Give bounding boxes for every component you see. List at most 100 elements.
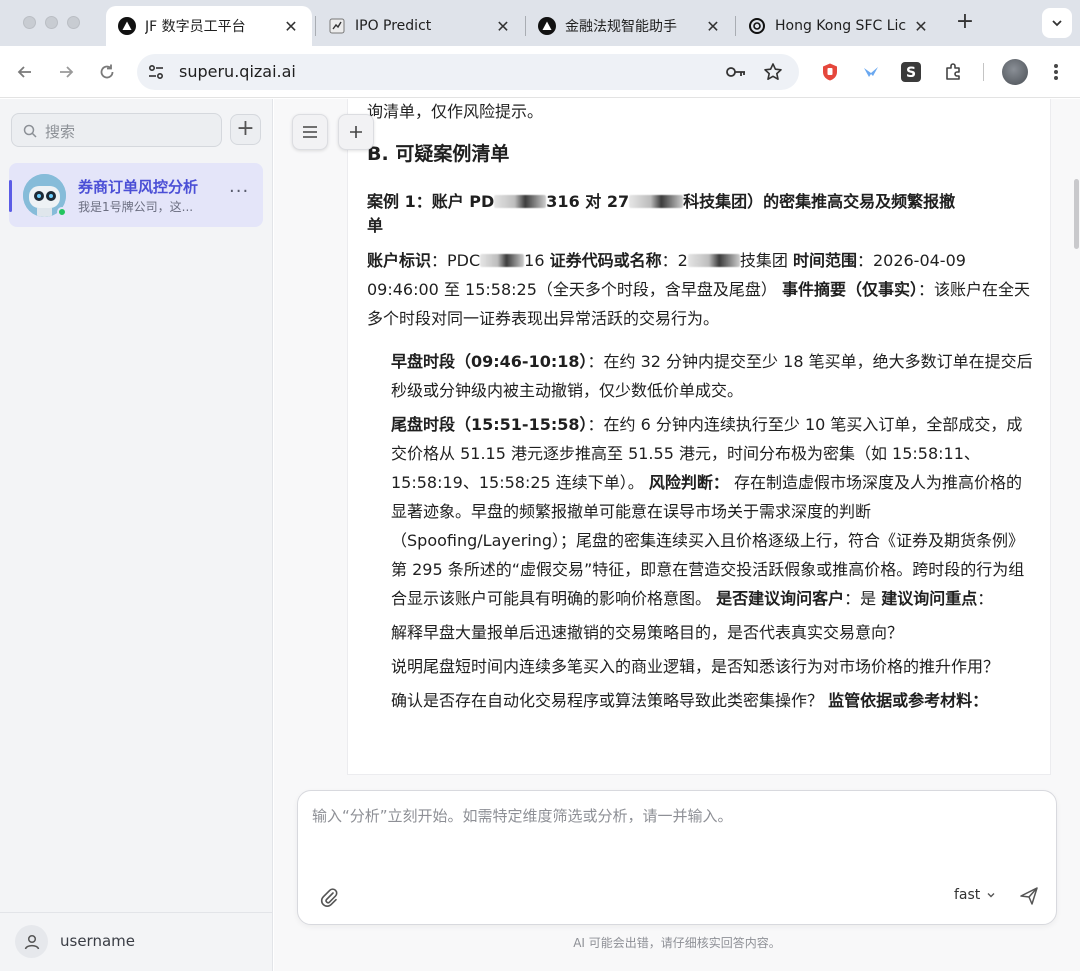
code-value: 技集团 [739,251,788,270]
basis-label: 监管依据或参考材料： [828,691,989,710]
sidebar-divider [0,912,273,913]
morning-session: 早盘时段（09:46-10:18）：在约 32 分钟内提交至少 18 笔买单，绝… [391,347,1037,405]
risk-label: 风险判断： [648,473,729,492]
send-button[interactable] [1018,885,1042,909]
redacted-text [480,254,525,267]
chevron-down-icon [1052,20,1062,27]
plus-icon [350,126,362,138]
case-heading-part: 316 对 27 [546,192,630,211]
address-bar[interactable]: superu.qizai.ai [137,54,799,90]
svg-text:S: S [906,65,916,81]
tab-close-icon[interactable]: ✕ [912,17,930,36]
profile-avatar[interactable] [1002,59,1028,85]
forward-button[interactable] [53,59,79,85]
window-zoom-dot[interactable] [67,16,80,29]
sidebar: 搜索 + 券商订单风控分析 我是1号牌公司，这... ··· username [0,99,273,971]
conversation-title: 券商订单风控分析 [78,178,199,196]
openai-logo-icon [748,17,766,35]
toolbar-divider [983,63,984,81]
ipo-logo-icon [328,17,346,35]
url-text[interactable]: superu.qizai.ai [179,62,296,81]
account-value: ：PDC [431,251,481,270]
password-key-icon[interactable] [725,63,747,85]
attach-button[interactable] [318,886,340,908]
paperclip-icon [320,888,338,907]
redacted-text [629,195,684,208]
tab-search-button[interactable] [1042,8,1072,38]
triangle-logo-icon [118,17,136,35]
browser-tab-bar: JF 数字员工平台 ✕ IPO Predict ✕ 金融法规智能助手 ✕ Hon… [0,0,1080,46]
user-avatar[interactable] [15,925,48,958]
tab-ipo-predict[interactable]: IPO Predict ✕ [316,6,524,46]
toggle-sidebar-button[interactable] [292,114,328,150]
case-heading-part: 单 [367,216,384,235]
intro-line: 询清单，仅作风险提示。 [367,102,544,121]
reload-icon [100,64,114,79]
search-placeholder: 搜索 [45,123,76,141]
tab-close-icon[interactable]: ✕ [494,17,512,36]
question-text: 确认是否存在自动化交易程序或算法策略导致此类密集操作？ [391,691,824,710]
new-conversation-button[interactable]: + [230,114,261,145]
tab-financial-regulations[interactable]: 金融法规智能助手 ✕ [526,6,734,46]
conversation-item[interactable]: 券商订单风控分析 我是1号牌公司，这... ··· [9,163,263,227]
tab-title: Hong Kong SFC Lice [775,18,906,34]
assistant-message: 询清单，仅作风险提示。 B. 可疑案例清单 案例 1：账户 PD 316 对 27… [347,99,1051,775]
send-icon [1020,887,1038,905]
tab-title: IPO Predict [355,18,432,34]
question-item: 解释早盘大量报单后迅速撤销的交易策略目的，是否代表真实交易意向？ [391,623,904,642]
reload-button[interactable] [94,59,120,85]
menu-lines-icon [303,126,317,138]
case-heading-part: 案例 1：账户 PD [367,192,495,211]
code-label: 证券代码或名称 [549,251,662,270]
extension-red-shield-icon[interactable] [819,61,841,83]
arrow-left-icon [17,66,31,78]
tab-close-icon[interactable]: ✕ [704,17,722,36]
message-composer: fast [297,790,1057,925]
browser-toolbar: superu.qizai.ai S [0,46,1080,98]
morning-label: 早盘时段（09:46-10:18） [391,352,588,371]
code-value: ：2 [661,251,688,270]
closing-session: 尾盘时段（15:51-15:58）：在约 6 分钟内连续执行至少 10 笔买入订… [391,410,1037,613]
new-tab-button[interactable]: + [952,10,978,36]
tab-title: JF 数字员工平台 [145,19,246,35]
tab-jf-platform[interactable]: JF 数字员工平台 ✕ [106,6,312,46]
user-icon [24,934,39,949]
active-indicator [9,180,12,212]
site-settings-icon[interactable] [147,63,165,81]
scrollbar-thumb[interactable] [1074,179,1079,249]
tab-hk-sfc[interactable]: Hong Kong SFC Lice ✕ [736,6,942,46]
model-label: fast [954,887,981,903]
account-label: 账户标识 [367,251,432,270]
summary-label: 事件摘要（仅事实） [782,280,919,299]
search-input[interactable]: 搜索 [11,113,222,147]
case-meta: 账户标识：PDC 16 证券代码或名称：2 技集团 时间范围：2026-04-09 … [367,246,1037,333]
conversation-more-button[interactable]: ··· [229,181,249,202]
conversation-preview: 我是1号牌公司，这... [78,200,194,214]
tab-close-icon[interactable]: ✕ [282,17,300,36]
inquiry-value: ：是 [844,589,877,608]
extension-bird-icon[interactable] [860,61,882,83]
focus-colon: ： [977,589,994,608]
redacted-text [494,195,547,208]
model-selector[interactable]: fast [954,887,996,903]
arrow-right-icon [60,66,74,78]
browser-menu-icon[interactable] [1046,61,1066,83]
section-title: B. 可疑案例清单 [367,143,510,165]
chat-main: 询清单，仅作风险提示。 B. 可疑案例清单 案例 1：账户 PD 316 对 27… [274,99,1080,971]
risk-text: 存在制造虚假市场深度及人为推高价格的显著迹象。早盘的频繁报撤单可能意在误导市场关… [391,473,1025,608]
message-input[interactable] [312,805,1042,875]
new-chat-button[interactable] [338,114,374,150]
case-heading: 案例 1：账户 PD 316 对 27 科技集团）的密集推高交易及频繁报撤单 [367,190,1037,238]
question-item: 说明尾盘短时间内连续多笔买入的商业逻辑，是否知悉该行为对市场价格的推升作用？ [391,657,1000,676]
extension-s-icon[interactable]: S [900,61,922,83]
time-label: 时间范围 [792,251,857,270]
closing-label: 尾盘时段（15:51-15:58） [391,415,588,434]
window-close-dot[interactable] [23,16,36,29]
bookmark-star-icon[interactable] [763,62,783,86]
username-label[interactable]: username [60,932,135,950]
question-item: 确认是否存在自动化交易程序或算法策略导致此类密集操作？ 监管依据或参考材料： [391,686,1037,715]
window-minimize-dot[interactable] [45,16,58,29]
account-value: 16 [524,251,545,270]
extensions-puzzle-icon[interactable] [942,61,964,83]
back-button[interactable] [12,59,38,85]
